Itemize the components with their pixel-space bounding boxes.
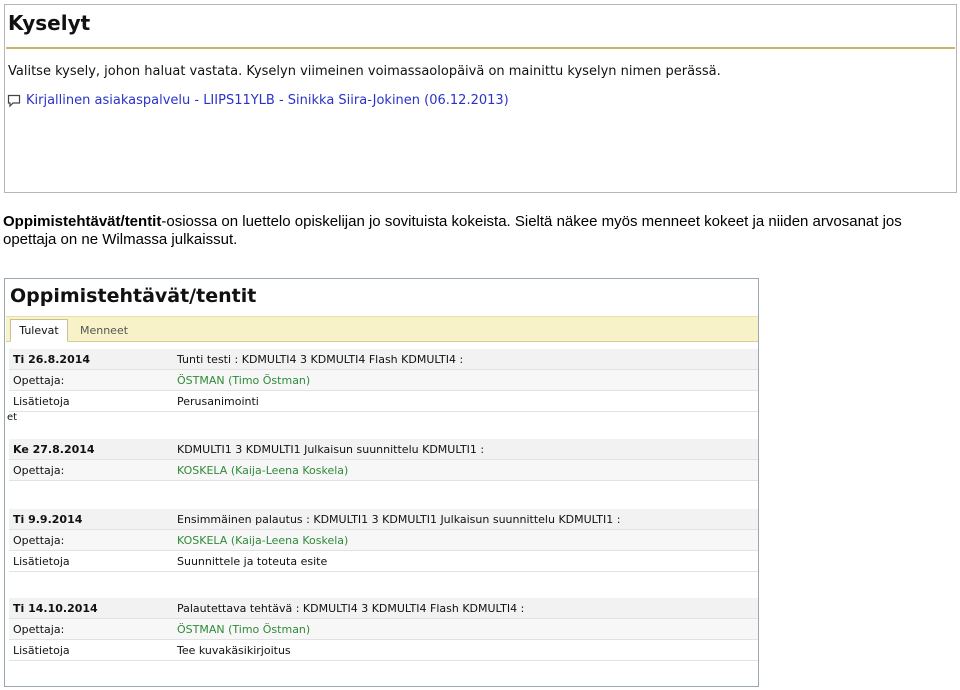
- tab-bar: Tulevat Menneet: [6, 316, 758, 342]
- survey-item[interactable]: Kirjallinen asiakaspalvelu - LIIPS11YLB …: [7, 91, 509, 109]
- detail-label: Opettaja:: [13, 463, 65, 477]
- exam-detail-row: Lisätietoja Suunnittele ja toteuta esite: [9, 551, 758, 572]
- kyselyt-title: Kyselyt: [8, 11, 91, 35]
- exam-group: Ti 9.9.2014 Ensimmäinen palautus : KDMUL…: [9, 509, 758, 572]
- detail-label: Opettaja:: [13, 373, 65, 387]
- caption-bold: Oppimistehtävät/tentit: [3, 213, 162, 230]
- exam-date: Ti 26.8.2014: [13, 352, 91, 366]
- exam-header-row: Ti 26.8.2014 Tunti testi : KDMULTI4 3 KD…: [9, 349, 758, 370]
- detail-label: Opettaja:: [13, 533, 65, 547]
- detail-label: Opettaja:: [13, 622, 65, 636]
- teacher-name: ÖSTMAN (Timo Östman): [177, 373, 311, 387]
- oppimistehtavat-panel: Oppimistehtävät/tentit Tulevat Menneet T…: [4, 278, 759, 687]
- exam-description: Ensimmäinen palautus : KDMULTI1 3 KDMULT…: [177, 512, 621, 526]
- exam-detail-row: Opettaja: KOSKELA (Kaija-Leena Koskela): [9, 530, 758, 551]
- kyselyt-intro: Valitse kysely, johon haluat vastata. Ky…: [8, 64, 721, 79]
- teacher-name: KOSKELA (Kaija-Leena Koskela): [177, 533, 349, 547]
- exam-group: Ke 27.8.2014 KDMULTI1 3 KDMULTI1 Julkais…: [9, 439, 758, 481]
- survey-link[interactable]: Kirjallinen asiakaspalvelu - LIIPS11YLB …: [26, 93, 509, 108]
- detail-label: Lisätietoja: [13, 554, 70, 568]
- exam-description: KDMULTI1 3 KDMULTI1 Julkaisun suunnittel…: [177, 442, 485, 456]
- oppimistehtavat-title: Oppimistehtävät/tentit: [10, 285, 257, 307]
- teacher-name: ÖSTMAN (Timo Östman): [177, 622, 311, 636]
- exam-detail-row: Opettaja: KOSKELA (Kaija-Leena Koskela): [9, 460, 758, 481]
- exam-description: Palautettava tehtävä : KDMULTI4 3 KDMULT…: [177, 601, 525, 615]
- title-divider: [6, 47, 955, 49]
- detail-value: Perusanimointi: [177, 394, 259, 408]
- caption-text: Oppimistehtävät/tentit-osiossa on luette…: [3, 213, 953, 249]
- exam-detail-row: Opettaja: ÖSTMAN (Timo Östman): [9, 370, 758, 391]
- kyselyt-panel: Kyselyt Valitse kysely, johon haluat vas…: [4, 4, 957, 193]
- exam-date: Ti 14.10.2014: [13, 601, 98, 615]
- exam-group: Ti 14.10.2014 Palautettava tehtävä : KDM…: [9, 598, 758, 661]
- exam-detail-row: Opettaja: ÖSTMAN (Timo Östman): [9, 619, 758, 640]
- exam-group: Ti 26.8.2014 Tunti testi : KDMULTI4 3 KD…: [9, 349, 758, 412]
- exam-date: Ti 9.9.2014: [13, 512, 83, 526]
- detail-value: Suunnittele ja toteuta esite: [177, 554, 328, 568]
- tab-tulevat[interactable]: Tulevat: [10, 319, 68, 342]
- exam-detail-row: Lisätietoja Tee kuvakäsikirjoitus: [9, 640, 758, 661]
- detail-label: Lisätietoja: [13, 394, 70, 408]
- speech-bubble-icon: [7, 93, 21, 108]
- stray-text: et: [7, 412, 18, 423]
- exam-date: Ke 27.8.2014: [13, 442, 95, 456]
- exam-description: Tunti testi : KDMULTI4 3 KDMULTI4 Flash …: [177, 352, 464, 366]
- exam-header-row: Ke 27.8.2014 KDMULTI1 3 KDMULTI1 Julkais…: [9, 439, 758, 460]
- teacher-name: KOSKELA (Kaija-Leena Koskela): [177, 463, 349, 477]
- tab-menneet[interactable]: Menneet: [74, 319, 134, 341]
- detail-value: Tee kuvakäsikirjoitus: [177, 643, 291, 657]
- exam-detail-row: Lisätietoja Perusanimointi: [9, 391, 758, 412]
- exam-header-row: Ti 14.10.2014 Palautettava tehtävä : KDM…: [9, 598, 758, 619]
- detail-label: Lisätietoja: [13, 643, 70, 657]
- exam-header-row: Ti 9.9.2014 Ensimmäinen palautus : KDMUL…: [9, 509, 758, 530]
